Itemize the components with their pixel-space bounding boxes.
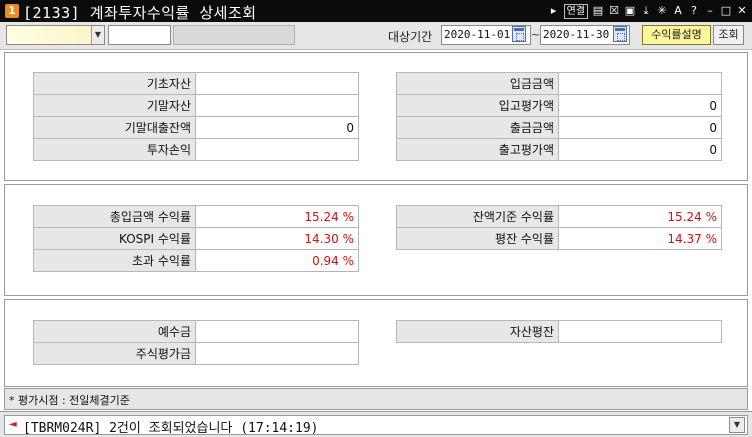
return-table-left: 총입금액 수익률 15.24 % KOSPI 수익률 14.30 % 초과 수익률 0…: [33, 205, 359, 272]
row-value: [195, 138, 359, 161]
window-icon[interactable]: ▣: [624, 4, 636, 18]
minimize-icon[interactable]: –: [704, 4, 716, 18]
row-label: 평잔 수익률: [396, 227, 559, 250]
tools-icon[interactable]: ✳: [656, 4, 668, 18]
row-label: 총입금액 수익률: [33, 205, 196, 228]
calendar-icon[interactable]: [613, 26, 627, 42]
chevron-down-icon[interactable]: ▼: [91, 26, 104, 44]
table-row: 입고평가액 0: [396, 94, 722, 117]
table-row: 출금금액 0: [396, 116, 722, 139]
table-row: 출고평가액 0: [396, 138, 722, 161]
row-value: [558, 72, 722, 95]
table-row: 예수금: [33, 320, 359, 343]
table-row: 투자손익: [33, 138, 359, 161]
row-label: 출금금액: [396, 116, 559, 139]
return-rate-panel: 총입금액 수익률 15.24 % KOSPI 수익률 14.30 % 초과 수익률 0…: [4, 184, 748, 296]
window-badge-icon: 1: [5, 4, 19, 18]
row-value: 0: [558, 94, 722, 117]
deposit-panel: 예수금 주식평가금 자산평잔: [4, 299, 748, 387]
row-label: KOSPI 수익률: [33, 227, 196, 250]
asset-table-right: 입금금액 입고평가액 0 출금금액 0 출고평가액 0: [396, 72, 722, 161]
row-label: 잔액기준 수익률: [396, 205, 559, 228]
table-row: 입금금액: [396, 72, 722, 95]
row-value: 0.94 %: [195, 249, 359, 272]
account-combo[interactable]: ▼: [6, 25, 105, 45]
table-row: 잔액기준 수익률 15.24 %: [396, 205, 722, 228]
row-value: 15.24 %: [558, 205, 722, 228]
row-value: 0: [558, 138, 722, 161]
close-icon[interactable]: ✕: [736, 4, 748, 18]
table-row: KOSPI 수익률 14.30 %: [33, 227, 359, 250]
title-tools: ▸ 연결 ▤ ☒ ▣ ⤓ ✳ A ? – □ ✕: [548, 3, 748, 19]
pin-icon[interactable]: ⤓: [640, 4, 652, 18]
table-row: 주식평가금: [33, 342, 359, 365]
help-icon[interactable]: ?: [688, 4, 700, 18]
footer-note-bar: * 평가시점 : 전일체결기준: [4, 388, 748, 410]
table-row: 총입금액 수익률 15.24 %: [33, 205, 359, 228]
table-row: 자산평잔: [396, 320, 722, 343]
table-row: 기말자산: [33, 94, 359, 117]
checkbox-icon[interactable]: ☒: [608, 4, 620, 18]
deposit-table-right: 자산평잔: [396, 320, 722, 343]
row-value: 0: [558, 116, 722, 139]
query-button[interactable]: 조회: [713, 25, 744, 45]
chevron-down-icon[interactable]: ▼: [729, 417, 745, 433]
row-label: 기말자산: [33, 94, 196, 117]
row-value: [558, 320, 722, 343]
pointer-icon[interactable]: ▸: [548, 4, 560, 18]
status-message-box: ◄ [TBRM024R] 2건이 조회되었습니다 (17:14:19) ▼: [4, 415, 748, 436]
status-bar: ◄ [TBRM024R] 2건이 조회되었습니다 (17:14:19) ▼: [0, 411, 752, 437]
maximize-icon[interactable]: □: [720, 4, 732, 18]
row-value: [195, 342, 359, 365]
title-bar: 1 [2133] 계좌투자수익률 상세조회 ▸ 연결 ▤ ☒ ▣ ⤓ ✳ A ?…: [0, 0, 752, 22]
account-name-field: [173, 25, 295, 45]
window-title: [2133] 계좌투자수익률 상세조회: [23, 4, 257, 22]
table-row: 기말대출잔액 0: [33, 116, 359, 139]
row-value: [195, 320, 359, 343]
row-label: 주식평가금: [33, 342, 196, 365]
row-label: 기말대출잔액: [33, 116, 196, 139]
row-label: 자산평잔: [396, 320, 559, 343]
row-label: 출고평가액: [396, 138, 559, 161]
table-row: 평잔 수익률 14.37 %: [396, 227, 722, 250]
row-label: 예수금: [33, 320, 196, 343]
table-row: 기초자산: [33, 72, 359, 95]
row-value: 14.30 %: [195, 227, 359, 250]
row-label: 입금금액: [396, 72, 559, 95]
asset-summary-panel: 기초자산 기말자산 기말대출잔액 0 투자손익 입금금액 입고평가액 0 출금금액 0…: [4, 52, 748, 181]
query-toolbar: ▼ 대상기간 2020-11-01 ~ 2020-11-30 수익률설명 조회: [0, 22, 752, 50]
period-label: 대상기간: [388, 30, 433, 44]
status-message: [TBRM024R] 2건이 조회되었습니다 (17:14:19): [23, 421, 319, 436]
speaker-icon: ◄: [9, 419, 17, 430]
row-label: 초과 수익률: [33, 249, 196, 272]
table-row: 초과 수익률 0.94 %: [33, 249, 359, 272]
row-label: 기초자산: [33, 72, 196, 95]
deposit-table-left: 예수금 주식평가금: [33, 320, 359, 365]
calendar-icon[interactable]: [512, 26, 526, 42]
row-label: 투자손익: [33, 138, 196, 161]
password-field[interactable]: [108, 25, 171, 45]
return-table-right: 잔액기준 수익률 15.24 % 평잔 수익률 14.37 %: [396, 205, 722, 250]
row-value: [195, 72, 359, 95]
asset-table-left: 기초자산 기말자산 기말대출잔액 0 투자손익: [33, 72, 359, 161]
row-label: 입고평가액: [396, 94, 559, 117]
evaluation-basis-note: * 평가시점 : 전일체결기준: [9, 394, 130, 407]
return-description-button[interactable]: 수익률설명: [642, 25, 711, 45]
row-value: 15.24 %: [195, 205, 359, 228]
row-value: 14.37 %: [558, 227, 722, 250]
row-value: 0: [195, 116, 359, 139]
link-button[interactable]: 연결: [563, 3, 588, 19]
date-range-separator: ~: [531, 28, 541, 41]
font-icon[interactable]: A: [672, 4, 684, 18]
row-value: [195, 94, 359, 117]
mouse-icon[interactable]: ▤: [592, 4, 604, 18]
